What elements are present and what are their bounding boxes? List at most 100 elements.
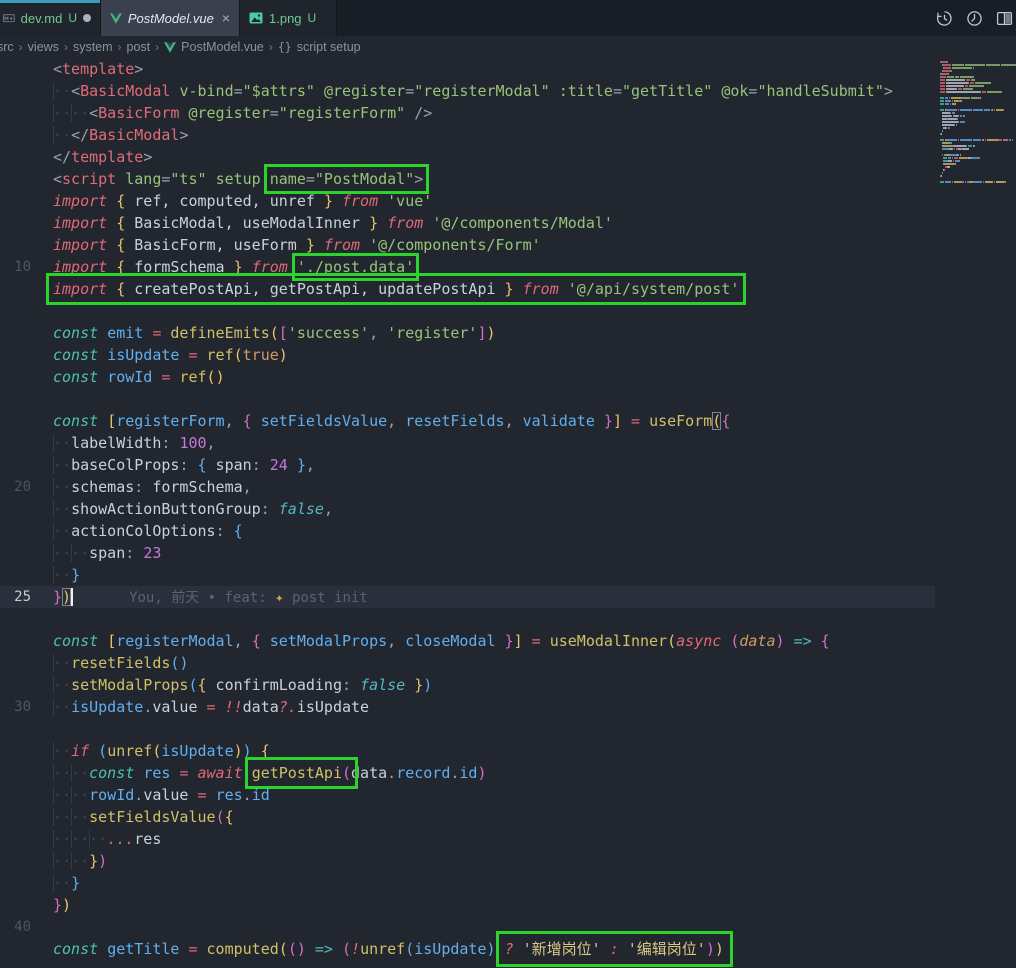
code-line[interactable]: ··<BasicModal v-bind="$attrs" @register=… — [0, 80, 1016, 102]
code-line[interactable] — [0, 608, 1016, 630]
line-number[interactable] — [0, 872, 31, 894]
line-number[interactable] — [0, 278, 31, 300]
line-number[interactable] — [0, 850, 31, 872]
code-line[interactable]: ··} — [0, 872, 1016, 894]
line-number[interactable] — [0, 410, 31, 432]
line-number[interactable] — [0, 740, 31, 762]
code-editor[interactable]: <template>··<BasicModal v-bind="$attrs" … — [0, 58, 1016, 968]
code-line[interactable]: 40 — [0, 916, 1016, 938]
line-number[interactable] — [0, 630, 31, 652]
code-line[interactable]: ··} — [0, 564, 1016, 586]
breadcrumb-item-src[interactable]: src — [0, 40, 14, 54]
code-line[interactable]: ··baseColProps: { span: 24 }, — [0, 454, 1016, 476]
line-number[interactable] — [0, 938, 31, 960]
code-line[interactable]: ······...res — [0, 828, 1016, 850]
unsaved-changes-dot[interactable] — [83, 14, 91, 22]
code-line[interactable] — [0, 718, 1016, 740]
line-number[interactable] — [0, 300, 31, 322]
line-number[interactable] — [0, 146, 31, 168]
line-number[interactable] — [0, 212, 31, 234]
line-number[interactable] — [0, 432, 31, 454]
code-line[interactable]: const rowId = ref() — [0, 366, 1016, 388]
code-line[interactable]: const emit = defineEmits(['success', 're… — [0, 322, 1016, 344]
line-number[interactable] — [0, 652, 31, 674]
line-number[interactable] — [0, 454, 31, 476]
code-line[interactable]: ··if (unref(isUpdate)) { — [0, 740, 1016, 762]
close-tab-icon[interactable]: × — [222, 10, 230, 26]
code-line[interactable]: ····}) — [0, 850, 1016, 872]
code-line[interactable]: 10import { formSchema } from './post.dat… — [0, 256, 1016, 278]
code-line[interactable]: ··setModalProps({ confirmLoading: false … — [0, 674, 1016, 696]
line-number[interactable] — [0, 542, 31, 564]
code-line[interactable]: <template> — [0, 58, 1016, 80]
tab-1-png[interactable]: 1.png U — [240, 0, 337, 36]
line-number[interactable] — [0, 520, 31, 542]
code-line[interactable]: 30··isUpdate.value = !!data?.isUpdate — [0, 696, 1016, 718]
code-line[interactable]: </template> — [0, 146, 1016, 168]
line-number[interactable]: 30 — [0, 696, 31, 718]
line-number[interactable] — [0, 674, 31, 696]
breadcrumb-item-views[interactable]: views — [28, 40, 59, 54]
line-number[interactable]: 25 — [0, 586, 31, 608]
code-line[interactable]: 20··schemas: formSchema, — [0, 476, 1016, 498]
line-number[interactable] — [0, 564, 31, 586]
line-number[interactable] — [0, 498, 31, 520]
line-number[interactable]: 20 — [0, 476, 31, 498]
minimap[interactable] — [940, 60, 1012, 183]
timeline-history-icon[interactable] — [936, 10, 953, 27]
code-line[interactable]: import { ref, computed, unref } from 'vu… — [0, 190, 1016, 212]
code-line[interactable]: const [registerModal, { setModalProps, c… — [0, 630, 1016, 652]
code-token: { — [821, 632, 830, 650]
code-line[interactable]: const [registerForm, { setFieldsValue, r… — [0, 410, 1016, 432]
code-line[interactable] — [0, 388, 1016, 410]
code-line[interactable]: ··labelWidth: 100, — [0, 432, 1016, 454]
open-changes-icon[interactable] — [966, 10, 983, 27]
code-line[interactable]: ····rowId.value = res.id — [0, 784, 1016, 806]
code-line[interactable]: ····span: 23 — [0, 542, 1016, 564]
line-number[interactable] — [0, 190, 31, 212]
code-line[interactable]: const getTitle = computed(() => (!unref(… — [0, 938, 1016, 960]
line-number[interactable] — [0, 124, 31, 146]
line-number[interactable] — [0, 608, 31, 630]
code-line[interactable]: ····<BasicForm @register="registerForm" … — [0, 102, 1016, 124]
line-number[interactable]: 10 — [0, 256, 31, 278]
breadcrumb-item-system[interactable]: system — [73, 40, 113, 54]
breadcrumb-item-symbol[interactable]: script setup — [297, 40, 361, 54]
line-number[interactable] — [0, 168, 31, 190]
line-number[interactable] — [0, 58, 31, 80]
line-number[interactable] — [0, 366, 31, 388]
code-line[interactable]: ····const res = await getPostApi(data.re… — [0, 762, 1016, 784]
code-line[interactable]: import { BasicModal, useModalInner } fro… — [0, 212, 1016, 234]
code-line[interactable] — [0, 300, 1016, 322]
code-line[interactable]: ··resetFields() — [0, 652, 1016, 674]
line-number[interactable] — [0, 894, 31, 916]
line-number[interactable] — [0, 762, 31, 784]
breadcrumb-item-post[interactable]: post — [127, 40, 151, 54]
breadcrumb-item-file[interactable]: PostModel.vue — [181, 40, 264, 54]
code-line[interactable]: ····setFieldsValue({ — [0, 806, 1016, 828]
code-line[interactable]: ··</BasicModal> — [0, 124, 1016, 146]
line-number[interactable] — [0, 80, 31, 102]
line-number[interactable] — [0, 718, 31, 740]
line-number[interactable] — [0, 806, 31, 828]
code-line[interactable]: ··showActionButtonGroup: false, — [0, 498, 1016, 520]
code-line[interactable]: <script lang="ts" setup name="PostModal"… — [0, 168, 1016, 190]
annotation-box: import { createPostApi, getPostApi, upda… — [53, 280, 739, 298]
code-line[interactable]: 25})You, 前天 • feat: ✦ post init — [0, 586, 1016, 608]
split-editor-icon[interactable] — [996, 10, 1013, 27]
line-number[interactable] — [0, 234, 31, 256]
line-number[interactable]: 40 — [0, 916, 31, 938]
line-number[interactable] — [0, 102, 31, 124]
code-line[interactable]: const isUpdate = ref(true) — [0, 344, 1016, 366]
tab-postmodel-vue[interactable]: PostModel.vue × — [101, 0, 240, 36]
code-line[interactable]: import { createPostApi, getPostApi, upda… — [0, 278, 1016, 300]
line-number[interactable] — [0, 784, 31, 806]
code-line[interactable]: }) — [0, 894, 1016, 916]
line-number[interactable] — [0, 388, 31, 410]
line-number[interactable] — [0, 322, 31, 344]
line-number[interactable] — [0, 828, 31, 850]
code-line[interactable]: ··actionColOptions: { — [0, 520, 1016, 542]
tab-dev-md[interactable]: dev.md U — [0, 0, 101, 36]
code-line[interactable]: import { BasicForm, useForm } from '@/co… — [0, 234, 1016, 256]
line-number[interactable] — [0, 344, 31, 366]
